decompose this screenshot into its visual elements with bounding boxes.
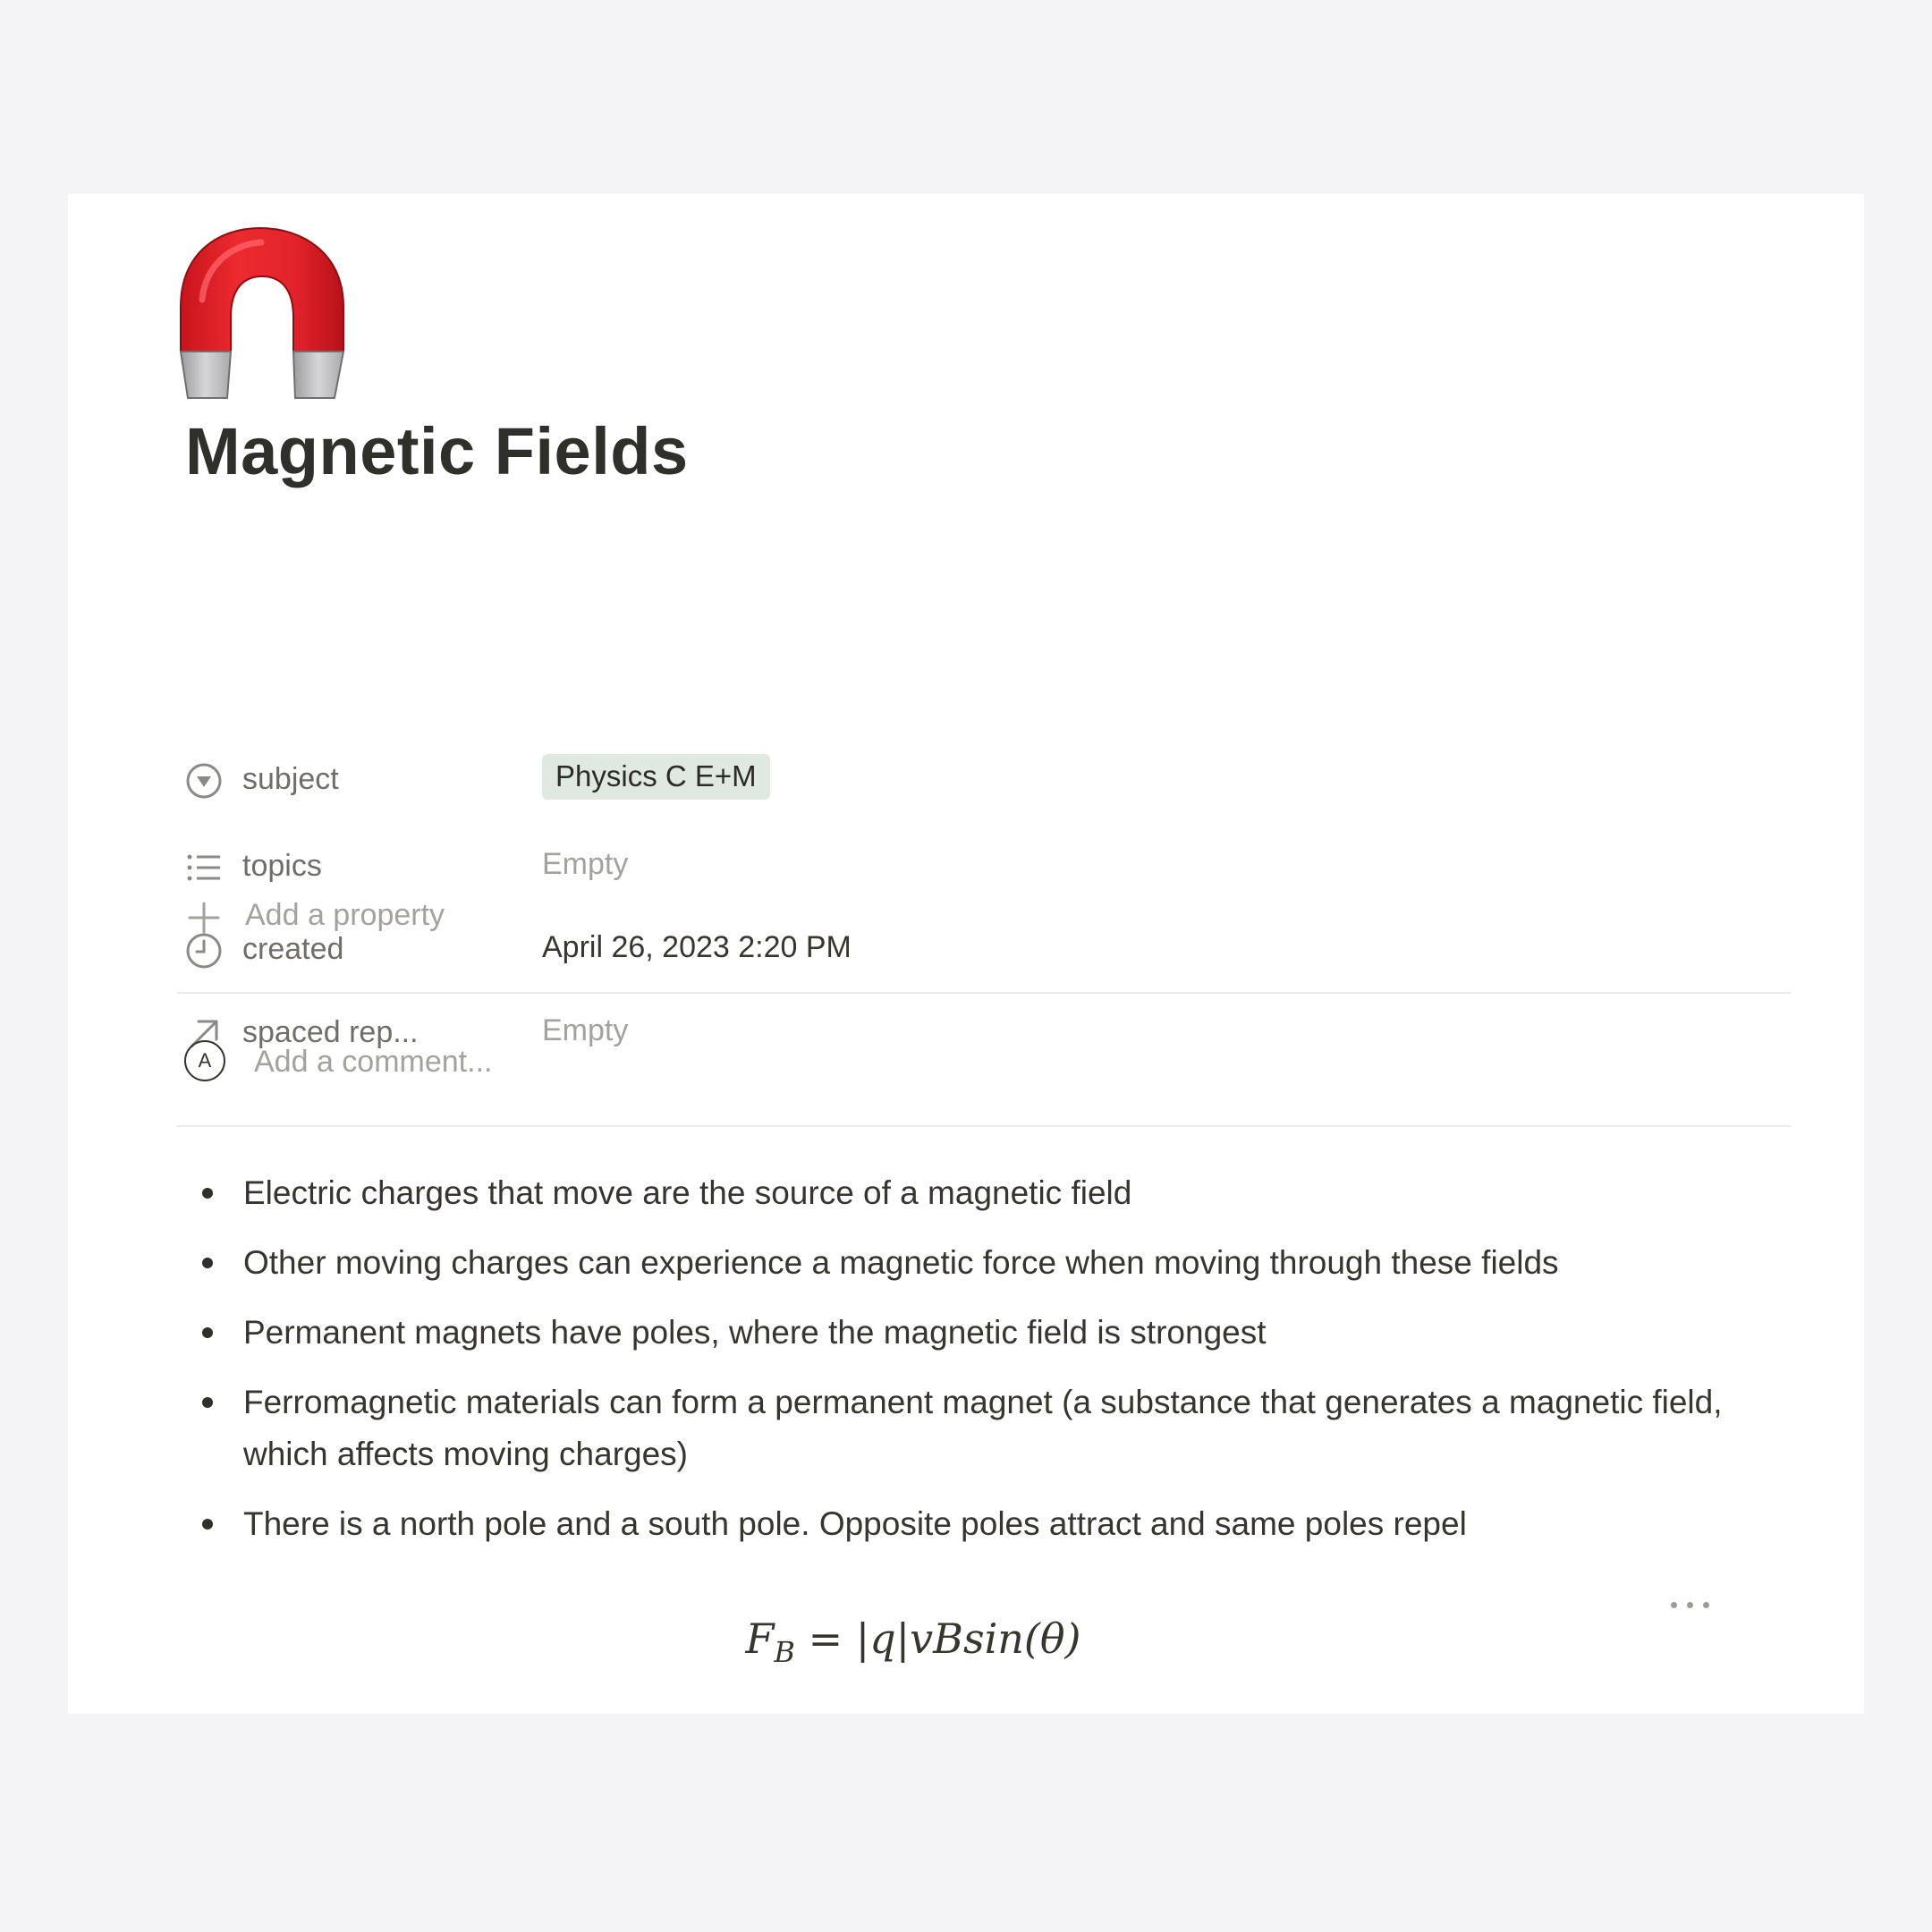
bullet-dot (202, 1519, 213, 1530)
horseshoe-magnet-icon[interactable] (175, 217, 354, 407)
list-item-text: Permanent magnets have poles, where the … (243, 1314, 1267, 1351)
property-label: subject (242, 762, 339, 796)
add-property-label: Add a property (245, 898, 445, 932)
list-item-text: Other moving charges can experience a ma… (243, 1244, 1559, 1281)
property-value-topics[interactable]: Empty (542, 847, 628, 882)
list-item-text: There is a north pole and a south pole. … (243, 1505, 1467, 1542)
equation-subscript: B (774, 1635, 795, 1670)
bullet-dot (202, 1258, 213, 1268)
avatar: A (184, 1040, 225, 1081)
list-item[interactable]: There is a north pole and a south pole. … (202, 1498, 1794, 1550)
equation-lhs: F (745, 1614, 775, 1663)
bulleted-list: Electric charges that move are the sourc… (202, 1167, 1794, 1568)
bullet-dot (202, 1327, 213, 1338)
page-card: Magnetic Fields subject Physics C E+M to… (68, 194, 1864, 1714)
equation-rhs: = |q|vBsin(θ) (808, 1614, 1081, 1663)
list-icon (184, 848, 224, 887)
bullet-dot (202, 1397, 213, 1408)
divider (177, 1125, 1791, 1127)
subject-tag[interactable]: Physics C E+M (542, 754, 770, 800)
property-label: topics (242, 849, 322, 883)
list-item[interactable]: Electric charges that move are the sourc… (202, 1167, 1794, 1219)
select-icon (184, 761, 224, 801)
property-row-subject[interactable]: subject Physics C E+M (184, 754, 1079, 802)
add-property-button[interactable]: Add a property (184, 894, 631, 939)
comment-input[interactable]: Add a comment... (254, 1045, 492, 1080)
more-options-icon[interactable] (1669, 1595, 1714, 1616)
list-item-text: Electric charges that move are the sourc… (243, 1174, 1132, 1211)
list-item[interactable]: Ferromagnetic materials can form a perma… (202, 1377, 1794, 1480)
divider (177, 992, 1791, 994)
bullet-dot (202, 1188, 213, 1199)
list-item-text: Ferromagnetic materials can form a perma… (243, 1384, 1723, 1472)
property-row-topics[interactable]: topics Empty (184, 844, 1079, 889)
page-title[interactable]: Magnetic Fields (185, 413, 689, 489)
comment-row[interactable]: A Add a comment... (184, 1038, 900, 1091)
list-item[interactable]: Other moving charges can experience a ma… (202, 1237, 1794, 1289)
plus-icon (184, 898, 224, 937)
equation-block[interactable]: FB = |q|vBsin(θ) (68, 1614, 1758, 1669)
list-item[interactable]: Permanent magnets have poles, where the … (202, 1307, 1794, 1359)
